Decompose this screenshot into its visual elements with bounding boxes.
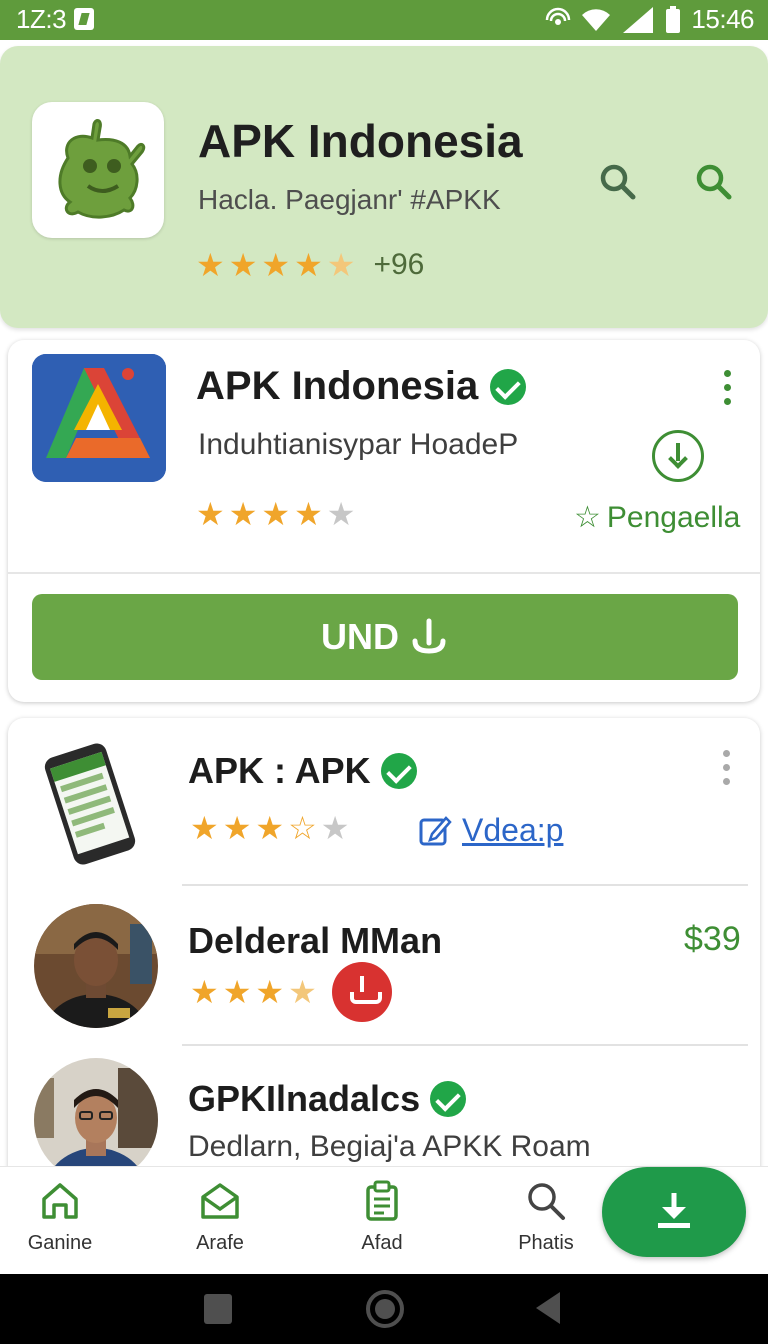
home-icon: [42, 1183, 78, 1219]
featured-app-subtitle: Induhtianisypar HoadeP: [198, 428, 519, 461]
mail-icon: [201, 1183, 239, 1219]
app-rating: ★ ★ ★ ★ ★ +96: [196, 248, 424, 282]
list-item-rating: ★ ★ ★ ★: [190, 976, 317, 1008]
star-half-icon: ★: [326, 247, 356, 283]
status-bar: 1Z:3 15:46: [0, 0, 768, 40]
featured-rating-stars: ★ ★ ★ ★ ★: [196, 498, 355, 530]
hotspot-icon: [546, 7, 571, 25]
search-icon: [528, 1183, 565, 1220]
list-item-title: APK : APK: [188, 750, 417, 792]
star-icon: ★: [228, 496, 258, 532]
nav-item-clipboard[interactable]: Afad: [322, 1179, 442, 1255]
edit-icon: [419, 815, 452, 845]
battery-icon: [666, 5, 681, 33]
price-label: $39: [684, 920, 741, 958]
install-button-label: UND: [321, 616, 399, 657]
star-half-icon: ★: [288, 974, 317, 1010]
verified-badge-icon: [490, 368, 527, 405]
star-icon: ★: [294, 496, 323, 532]
star-icon: ★: [228, 247, 258, 283]
wifi-icon: [582, 8, 611, 31]
star-icon: ★: [190, 810, 219, 846]
favorite-link[interactable]: ☆ Pengaella: [574, 500, 740, 535]
download-icon: [412, 618, 446, 654]
featured-app-card[interactable]: APK Indonesia Induhtianisypar HoadeP ★ ★…: [8, 340, 760, 702]
status-indicators: 15:46: [545, 4, 754, 35]
app-title: APK Indonesia: [198, 115, 523, 167]
nav-item-home[interactable]: Ganine: [0, 1179, 120, 1255]
app-subtitle: Hacla. Paegjanr' #APKK: [198, 184, 501, 215]
star-empty-icon: ★: [326, 496, 356, 532]
nav-label: Ganine: [27, 1232, 93, 1254]
verified-badge-icon: [430, 1081, 467, 1117]
star-outline-icon: ☆: [574, 501, 601, 534]
star-icon: ★: [261, 247, 291, 283]
star-icon: ★: [196, 496, 225, 532]
clipboard-icon: [366, 1180, 398, 1221]
app-list-card: APK : APK ★ ★ ★ ☆ ★ Vdea:p Delderal MMan…: [8, 718, 760, 1188]
list-item-title: GPKIlnadalcs: [188, 1078, 467, 1120]
avatar: [34, 1058, 158, 1182]
list-item-name: GPKIlnadalcs: [188, 1078, 421, 1119]
list-item-name: APK : APK: [188, 750, 371, 791]
divider: [8, 572, 760, 574]
system-navigation-bar: [0, 1274, 768, 1344]
star-icon: ★: [255, 810, 285, 846]
star-outline-icon: ☆: [288, 810, 317, 846]
rating-stars: ★ ★ ★ ★ ★: [196, 249, 355, 281]
edit-link-label: Vdea:p: [462, 812, 564, 848]
download-fab[interactable]: [602, 1167, 746, 1257]
more-vert-icon[interactable]: [723, 750, 731, 792]
star-icon: ★: [196, 247, 225, 283]
star-icon: ★: [255, 974, 285, 1010]
app-logo-icon: [32, 102, 164, 238]
status-time-left: 1Z:3: [16, 4, 67, 34]
search-icon[interactable]: [598, 162, 638, 202]
divider: [182, 884, 748, 886]
star-icon: ★: [190, 974, 219, 1010]
star-icon: ★: [222, 810, 252, 846]
download-icon[interactable]: [332, 962, 392, 1022]
featured-app-logo-icon: [32, 354, 166, 482]
notification-icon: [74, 8, 94, 30]
star-empty-icon: ★: [320, 810, 350, 846]
verified-badge-icon: [380, 753, 417, 789]
status-time-right: 15:46: [691, 4, 754, 34]
divider: [182, 1044, 748, 1046]
app-header-card: APK Indonesia Hacla. Paegjanr' #APKK ★ ★…: [0, 46, 768, 328]
star-icon: ★: [294, 247, 323, 283]
phone-app-icon: [44, 743, 136, 865]
bottom-navigation: Ganine Arafe Afad Phatis: [0, 1166, 768, 1274]
download-circle-icon[interactable]: [652, 430, 704, 482]
edit-link[interactable]: Vdea:p: [418, 812, 563, 849]
back-icon[interactable]: [536, 1292, 560, 1324]
featured-app-name: APK Indonesia: [196, 364, 479, 408]
signal-icon: [623, 6, 654, 33]
recents-icon[interactable]: [204, 1294, 232, 1324]
search-icon[interactable]: [694, 162, 734, 202]
more-vert-icon[interactable]: [724, 370, 732, 412]
star-icon: ★: [222, 974, 252, 1010]
favorite-label: Pengaella: [606, 500, 741, 534]
nav-item-mail[interactable]: Arafe: [160, 1179, 280, 1255]
rating-count: +96: [373, 248, 425, 281]
download-icon: [658, 1193, 690, 1228]
install-button[interactable]: UND: [32, 594, 738, 680]
nav-label: Phatis: [518, 1232, 574, 1254]
home-button-icon[interactable]: [366, 1290, 404, 1328]
nav-label: Arafe: [196, 1232, 244, 1254]
nav-item-search[interactable]: Phatis: [486, 1179, 606, 1255]
list-item-rating: ★ ★ ★ ☆ ★: [190, 812, 349, 844]
list-item-subtitle: Dedlarn, Begiaj'a APKK Roam: [188, 1130, 591, 1163]
star-icon: ★: [261, 496, 291, 532]
avatar: [34, 904, 158, 1028]
list-item-name: Delderal MMan: [188, 920, 443, 961]
list-item-title: Delderal MMan: [188, 920, 442, 962]
featured-app-title: APK Indonesia: [196, 364, 527, 409]
nav-label: Afad: [361, 1232, 403, 1254]
